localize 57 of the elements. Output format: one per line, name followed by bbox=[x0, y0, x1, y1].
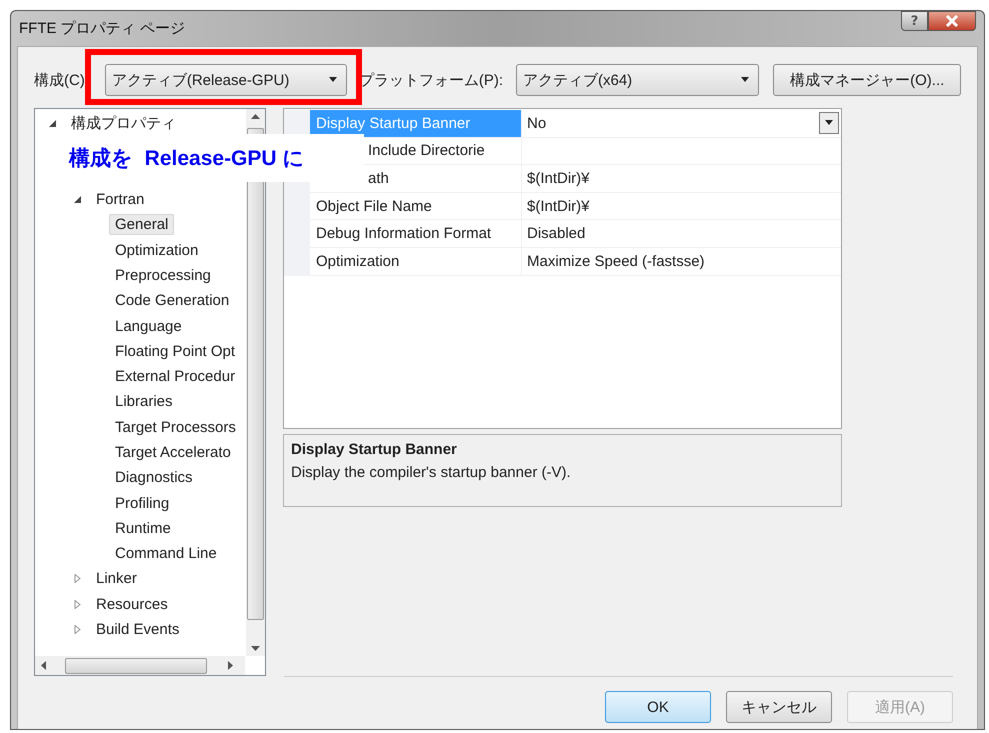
tree-item[interactable]: Build Events bbox=[90, 619, 186, 640]
tree-item[interactable]: Command Line bbox=[109, 543, 223, 564]
tree-item[interactable]: Linker bbox=[90, 568, 143, 590]
platform-dropdown[interactable]: アクティブ(x64) bbox=[516, 64, 760, 96]
expanded-icon[interactable] bbox=[73, 195, 82, 204]
configuration-manager-button[interactable]: 構成マネージャー(O)... bbox=[773, 64, 961, 96]
caret-icon bbox=[740, 77, 750, 83]
property-name[interactable]: ath bbox=[368, 170, 389, 187]
configuration-dropdown[interactable]: アクティブ(Release-GPU) bbox=[104, 64, 347, 96]
tree-item[interactable]: Profiling bbox=[109, 492, 176, 514]
dropdown-button[interactable] bbox=[819, 112, 839, 134]
tree-item[interactable]: General bbox=[109, 214, 174, 236]
window-title: FFTE プロパティ ページ bbox=[19, 19, 185, 38]
platform-label: プラットフォーム(P): bbox=[358, 70, 503, 90]
tree-item[interactable]: Resources bbox=[90, 594, 174, 615]
collapsed-icon[interactable] bbox=[73, 574, 82, 584]
expanded-icon[interactable] bbox=[48, 119, 57, 128]
property-name[interactable]: Optimization bbox=[316, 252, 400, 270]
property-name[interactable]: Object File Name bbox=[316, 198, 432, 215]
tree-item[interactable]: Optimization bbox=[109, 240, 204, 261]
property-value[interactable]: $(IntDir)¥ bbox=[527, 170, 590, 187]
collapsed-icon[interactable] bbox=[73, 625, 82, 634]
scroll-right-icon[interactable] bbox=[227, 661, 233, 670]
tree-item[interactable]: 構成プロパティ bbox=[65, 112, 182, 136]
description-text: Display the compiler's startup banner (-V). bbox=[291, 464, 571, 481]
tree-item[interactable]: Diagnostics bbox=[109, 467, 199, 488]
tree-item[interactable]: Language bbox=[109, 316, 188, 337]
caret-icon bbox=[328, 77, 338, 83]
scroll-thumb[interactable] bbox=[65, 658, 207, 674]
tree-item[interactable]: Fortran bbox=[90, 189, 150, 210]
collapsed-icon[interactable] bbox=[73, 600, 82, 609]
property-value[interactable]: No bbox=[527, 114, 546, 132]
close-button[interactable] bbox=[928, 11, 976, 31]
property-value[interactable]: $(IntDir)¥ bbox=[527, 198, 590, 215]
property-name[interactable]: Debug Information Format bbox=[316, 225, 492, 242]
tree-item[interactable]: Floating Point Opt bbox=[109, 340, 242, 362]
tree-item[interactable]: Preprocessing bbox=[109, 264, 217, 286]
description-title: Display Startup Banner bbox=[291, 441, 457, 458]
tree-item[interactable]: Target Accelerato bbox=[109, 442, 237, 463]
tree-item[interactable]: Code Generation bbox=[109, 290, 236, 312]
close-icon bbox=[945, 15, 959, 27]
property-name[interactable]: Include Directorie bbox=[368, 142, 485, 160]
horizontal-scrollbar[interactable] bbox=[35, 656, 245, 675]
scroll-up-icon[interactable] bbox=[251, 114, 260, 120]
property-value[interactable]: Disabled bbox=[527, 225, 586, 242]
configuration-label: 構成(C) bbox=[34, 70, 85, 90]
scroll-left-icon[interactable] bbox=[41, 661, 47, 670]
tree-item[interactable]: Libraries bbox=[109, 391, 179, 412]
property-value[interactable]: Maximize Speed (-fastsse) bbox=[527, 252, 705, 270]
cancel-button[interactable]: キャンセル bbox=[726, 691, 832, 723]
help-button[interactable]: ? bbox=[901, 11, 928, 31]
tree-item[interactable]: Target Processors bbox=[109, 416, 242, 438]
caret-icon bbox=[824, 120, 834, 126]
tree-item[interactable]: Runtime bbox=[109, 518, 177, 539]
ok-button[interactable]: OK bbox=[605, 691, 711, 723]
scroll-down-icon[interactable] bbox=[251, 645, 260, 651]
tree-item[interactable]: External Procedur bbox=[109, 366, 242, 388]
